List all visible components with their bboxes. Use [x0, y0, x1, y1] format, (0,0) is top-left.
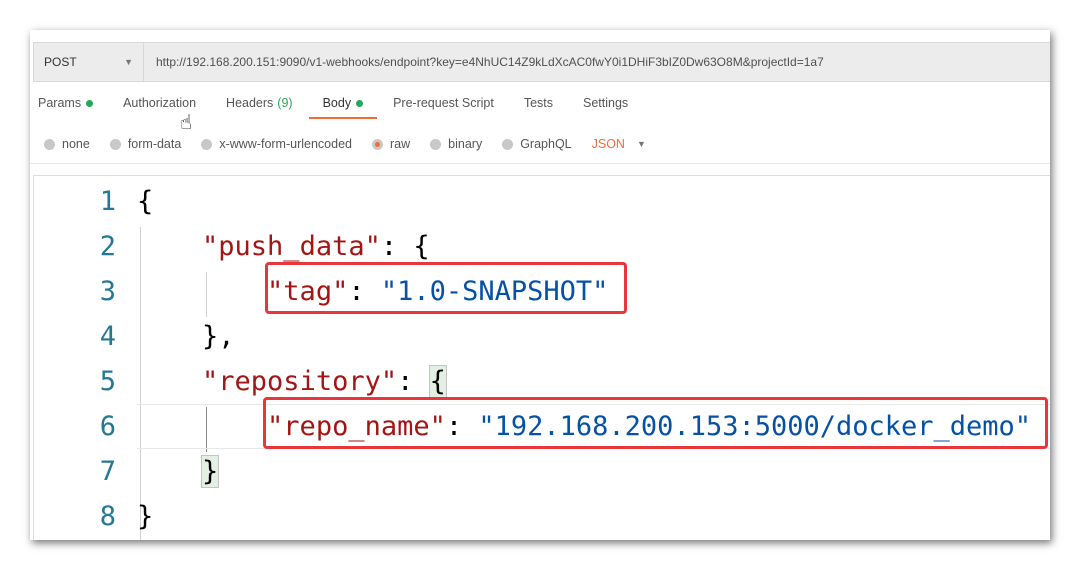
tab-label: Settings [583, 96, 629, 110]
code-line: 1{ [34, 179, 1050, 224]
code-line: 8} [34, 494, 1050, 539]
radio-label: form-data [127, 137, 182, 151]
tab-label: Pre-request Script [393, 96, 494, 110]
matched-bracket: { [428, 365, 447, 398]
tab-params[interactable]: Params [38, 96, 94, 119]
headers-count: (9) [277, 96, 293, 110]
status-dot-icon [86, 99, 94, 107]
highlight-box-tag [265, 262, 627, 314]
radio-icon [502, 138, 514, 150]
format-select[interactable]: JSON [592, 137, 625, 151]
tab-label: Tests [523, 96, 553, 110]
postman-request-panel: POST ▼ http://192.168.200.151:9090/v1-we… [30, 30, 1050, 540]
radio-label: binary [448, 137, 483, 151]
code-line: 7 } [34, 449, 1050, 494]
tab-pre-request-script[interactable]: Pre-request Script [393, 96, 494, 119]
method-select[interactable]: POST ▼ [34, 43, 144, 81]
method-label: POST [44, 55, 77, 69]
radio-icon [109, 138, 121, 150]
request-tabs: Params Authorization Headers (9) Body Pre… [38, 96, 658, 119]
tab-label: Params [38, 96, 82, 110]
radio-form-data[interactable]: form-data [109, 137, 182, 151]
status-dot-icon [356, 99, 364, 107]
radio-graphql[interactable]: GraphQL [502, 137, 572, 151]
tab-label: Headers [226, 96, 274, 110]
tab-settings[interactable]: Settings [583, 96, 628, 119]
divider [30, 163, 1050, 164]
code-line: 4 }, [34, 314, 1050, 359]
matched-bracket: } [201, 455, 220, 488]
radio-icon [201, 138, 213, 150]
line-number: 6 [99, 411, 116, 442]
line-number: 5 [99, 366, 116, 397]
radio-label: none [62, 137, 90, 151]
radio-selected-icon [372, 138, 383, 150]
code-text: } [137, 449, 220, 494]
tab-headers[interactable]: Headers (9) [226, 96, 293, 119]
tab-label: Authorization [123, 96, 197, 110]
radio-label: GraphQL [520, 137, 572, 151]
radio-none[interactable]: none [44, 137, 90, 151]
tab-body[interactable]: Body [308, 96, 377, 119]
line-number: 2 [99, 231, 116, 262]
highlight-box-repo-name [263, 397, 1048, 449]
hand-cursor-icon: ☝ [180, 112, 193, 134]
tab-label: Body [322, 96, 352, 110]
body-editor[interactable]: 1{ 2 "push_data": { 3 "tag": "1.0-SNAPSH… [33, 175, 1050, 540]
line-number: 4 [99, 321, 116, 352]
body-mode-radios: none form-data x-www-form-urlencoded raw… [44, 137, 646, 151]
radio-label: x-www-form-urlencoded [219, 137, 352, 151]
url-input[interactable]: http://192.168.200.151:9090/v1-webhooks/… [144, 55, 824, 69]
tab-tests[interactable]: Tests [524, 96, 553, 119]
radio-icon [44, 138, 55, 150]
radio-icon [430, 138, 442, 150]
chevron-down-icon: ▼ [124, 57, 133, 67]
radio-urlencoded[interactable]: x-www-form-urlencoded [201, 137, 352, 151]
code-text: } [137, 501, 154, 532]
line-number: 7 [99, 456, 116, 487]
url-bar: POST ▼ http://192.168.200.151:9090/v1-we… [33, 42, 1050, 82]
chevron-down-icon[interactable]: ▼ [637, 139, 646, 149]
line-number: 3 [99, 276, 116, 307]
radio-binary[interactable]: binary [430, 137, 482, 151]
line-number: 8 [99, 501, 116, 532]
code-text: { [137, 186, 154, 217]
code-text: }, [202, 321, 235, 352]
radio-raw[interactable]: raw [372, 137, 410, 151]
line-number: 1 [99, 186, 116, 217]
radio-label: raw [390, 137, 411, 151]
